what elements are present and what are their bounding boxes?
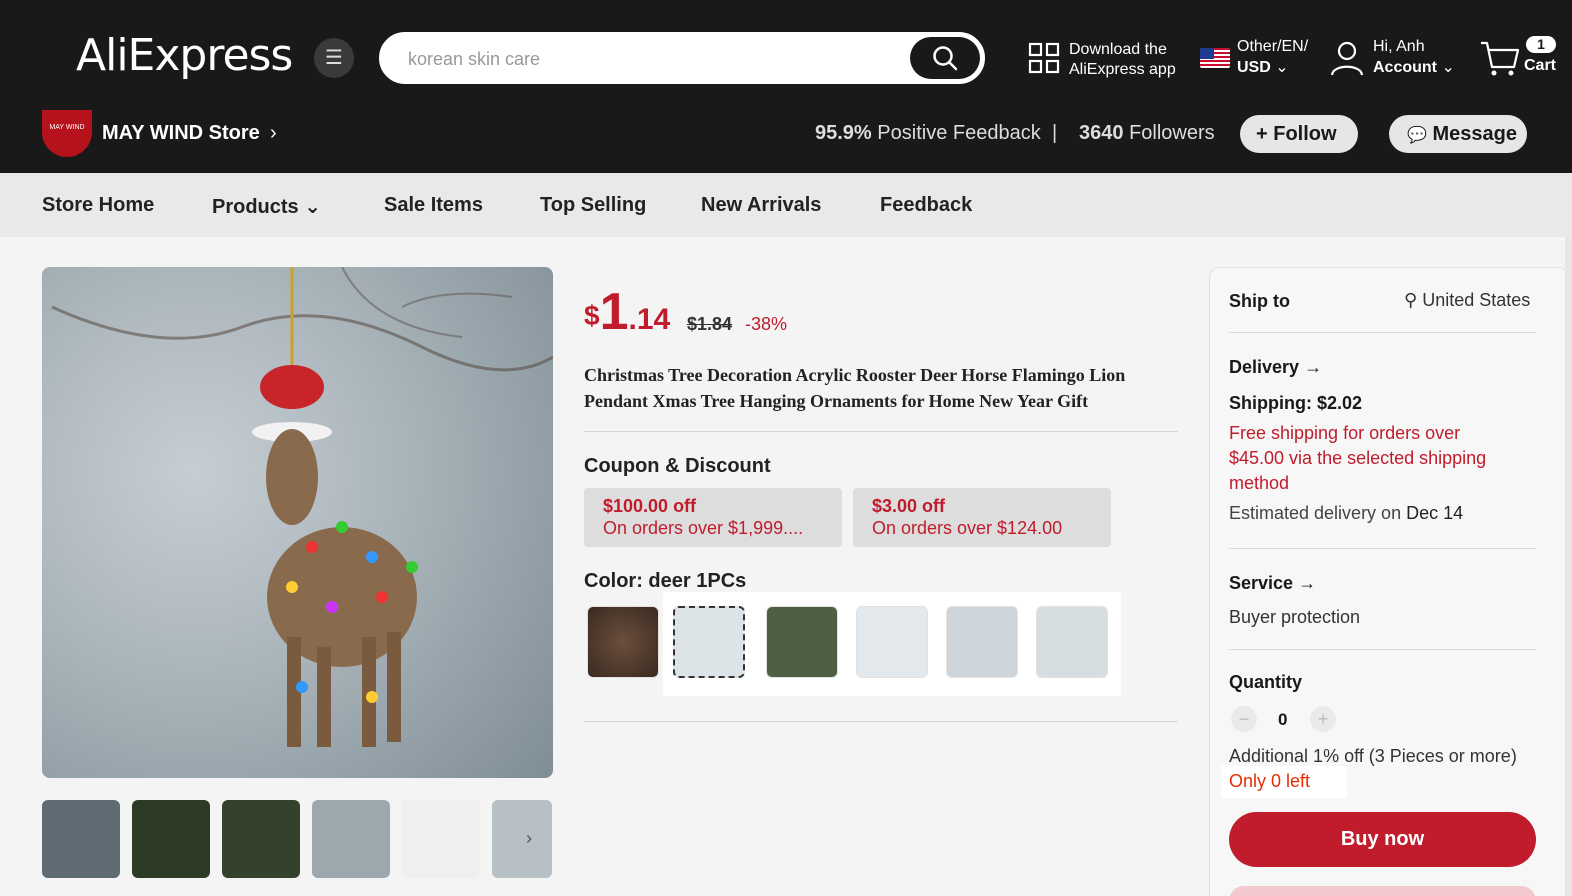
qr-code-icon bbox=[1028, 42, 1060, 74]
chat-bubble-icon: 💬 bbox=[1407, 127, 1427, 144]
delivery-link[interactable]: Delivery → bbox=[1229, 357, 1322, 378]
stock-status: Only 0 left bbox=[1221, 766, 1347, 798]
chevron-right-icon[interactable]: › bbox=[526, 828, 532, 849]
bulk-discount-note: Additional 1% off (3 Pieces or more) bbox=[1229, 746, 1517, 766]
decrease-quantity-button[interactable]: − bbox=[1231, 706, 1257, 732]
follow-button[interactable]: + Follow bbox=[1240, 115, 1358, 153]
swatch-rooster[interactable] bbox=[1036, 606, 1108, 678]
download-line-2: AliExpress app bbox=[1069, 61, 1176, 78]
divider bbox=[1229, 548, 1536, 549]
aliexpress-logo[interactable]: AliExpress bbox=[76, 30, 293, 81]
cart-icon bbox=[1481, 41, 1520, 76]
increase-quantity-button[interactable]: + bbox=[1310, 706, 1336, 732]
greeting: Hi, Anh bbox=[1373, 38, 1425, 55]
us-flag-icon bbox=[1200, 48, 1230, 68]
location-pin-icon: ⚲ bbox=[1404, 290, 1418, 310]
chevron-down-icon: ⌄ bbox=[1275, 59, 1289, 76]
thumbnail-lion[interactable] bbox=[312, 800, 390, 878]
swatch-deer[interactable] bbox=[673, 606, 745, 678]
search-bar bbox=[379, 32, 985, 84]
free-shipping-line-2: $45.00 via the selected shipping bbox=[1229, 448, 1487, 468]
divider bbox=[584, 431, 1178, 432]
arrow-right-icon: → bbox=[1298, 573, 1317, 593]
menu-icon[interactable]: ☰ bbox=[314, 38, 354, 78]
cart-label: Cart bbox=[1524, 57, 1557, 74]
store-nav: Store Home Products ⌄ Sale Items Top Sel… bbox=[0, 173, 1572, 237]
download-line-1: Download the bbox=[1069, 41, 1167, 58]
currency-label: USD bbox=[1237, 59, 1271, 76]
main-product-image[interactable] bbox=[42, 267, 553, 778]
search-button[interactable] bbox=[910, 37, 980, 79]
nav-feedback[interactable]: Feedback bbox=[880, 194, 972, 217]
ship-to-selector[interactable]: ⚲ United States bbox=[1404, 290, 1530, 311]
nav-products[interactable]: Products ⌄ bbox=[212, 194, 321, 219]
divider bbox=[1229, 649, 1536, 650]
chevron-down-icon: ⌄ bbox=[1441, 59, 1455, 76]
user-icon bbox=[1330, 41, 1364, 76]
divider bbox=[1229, 332, 1536, 333]
top-header: AliExpress ☰ Download theAliExpress app … bbox=[0, 0, 1572, 110]
nav-store-home[interactable]: Store Home bbox=[42, 194, 154, 217]
scrollbar[interactable] bbox=[1565, 237, 1572, 896]
estimated-delivery: Estimated delivery on Dec 14 bbox=[1229, 503, 1464, 523]
free-shipping-line-1: Free shipping for orders over bbox=[1229, 423, 1461, 443]
followers-count: 3640 Followers bbox=[1079, 122, 1215, 144]
color-label: Color: deer 1PCs bbox=[584, 570, 747, 592]
product-title: Christmas Tree Decoration Acrylic Rooste… bbox=[584, 365, 1126, 411]
chevron-down-icon: ⌄ bbox=[304, 196, 322, 218]
cart-count-badge: 1 bbox=[1526, 36, 1556, 53]
add-to-cart-button[interactable] bbox=[1229, 886, 1536, 896]
thumbnail-unicorn[interactable] bbox=[222, 800, 300, 878]
plus-icon: + bbox=[1256, 123, 1268, 145]
coupon-condition: On orders over $1,999.... bbox=[603, 518, 804, 538]
chevron-right-icon[interactable]: › bbox=[270, 122, 277, 145]
locale-line-1: Other/EN/ bbox=[1237, 38, 1309, 55]
donkey-ornament-image bbox=[51, 267, 553, 747]
swatch-unicorn[interactable] bbox=[856, 606, 928, 678]
positive-feedback: 95.9% Positive Feedback bbox=[815, 122, 1041, 144]
swatch-flamingo[interactable] bbox=[766, 606, 838, 678]
thumbnail-rooster[interactable] bbox=[492, 800, 552, 878]
buyer-protection: Buyer protection bbox=[1229, 607, 1361, 627]
free-shipping-line-3: method bbox=[1229, 473, 1290, 493]
store-name[interactable]: MAY WIND Store bbox=[102, 122, 260, 145]
quantity-value[interactable]: 0 bbox=[1278, 710, 1287, 730]
buy-now-button[interactable]: Buy now bbox=[1229, 812, 1536, 867]
store-logo[interactable]: MAY WIND bbox=[42, 110, 92, 157]
store-bar: MAY WIND MAY WIND Store › 95.9% Positive… bbox=[0, 110, 1572, 173]
quantity-label: Quantity bbox=[1229, 672, 1303, 692]
swatch-pinecones[interactable] bbox=[587, 606, 659, 678]
shipping-cost: Shipping: $2.02 bbox=[1229, 393, 1363, 413]
original-price: $1.84 bbox=[687, 314, 733, 334]
search-input[interactable] bbox=[408, 45, 888, 73]
thumbnail-deer[interactable] bbox=[402, 800, 480, 878]
coupon-amount: $100.00 off bbox=[603, 496, 697, 516]
nav-top-selling[interactable]: Top Selling bbox=[540, 194, 646, 217]
nav-sale-items[interactable]: Sale Items bbox=[384, 194, 483, 217]
nav-new-arrivals[interactable]: New Arrivals bbox=[701, 194, 821, 217]
divider bbox=[584, 721, 1178, 722]
service-link[interactable]: Service → bbox=[1229, 573, 1316, 594]
coupon-card[interactable]: $3.00 off On orders over $124.00 bbox=[853, 488, 1111, 547]
coupon-card[interactable]: $100.00 off On orders over $1,999.... bbox=[584, 488, 842, 547]
coupon-heading: Coupon & Discount bbox=[584, 455, 771, 477]
divider: | bbox=[1052, 122, 1058, 144]
ship-to-label: Ship to bbox=[1229, 291, 1290, 311]
discount-badge: -38% bbox=[745, 314, 788, 334]
thumbnail-flamingo[interactable] bbox=[42, 800, 120, 878]
current-price: $1.14 bbox=[584, 283, 671, 341]
account-label: Account bbox=[1373, 59, 1437, 76]
message-button[interactable]: 💬 Message bbox=[1389, 115, 1527, 153]
swatch-lion[interactable] bbox=[946, 606, 1018, 678]
arrow-right-icon: → bbox=[1304, 357, 1323, 377]
coupon-amount: $3.00 off bbox=[872, 496, 946, 516]
thumbnail-horse-dark[interactable] bbox=[132, 800, 210, 878]
search-icon bbox=[933, 46, 958, 71]
coupon-condition: On orders over $124.00 bbox=[872, 518, 1063, 538]
